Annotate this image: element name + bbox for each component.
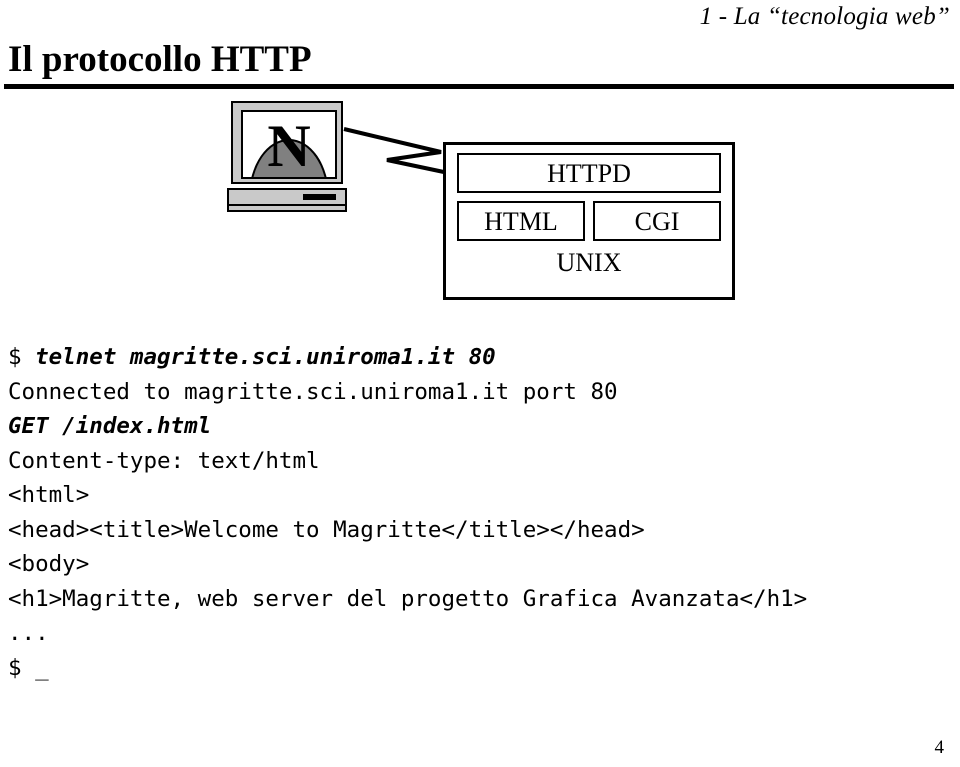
- client-monitor: N: [231, 101, 343, 184]
- terminal-prompt: $: [8, 344, 36, 370]
- terminal-line: Connected to magritte.sci.uniroma1.it po…: [8, 375, 952, 410]
- monitor-screen: N: [241, 110, 337, 179]
- terminal-transcript: $ telnet magritte.sci.uniroma1.it 80 Con…: [8, 340, 952, 685]
- terminal-line-text: ...: [8, 620, 49, 646]
- terminal-line: ...: [8, 616, 952, 651]
- page-number: 4: [934, 737, 945, 758]
- terminal-line: GET /index.html: [8, 409, 952, 444]
- terminal-line-text: <body>: [8, 551, 90, 577]
- terminal-line: $ telnet magritte.sci.uniroma1.it 80: [8, 340, 952, 375]
- server-host-box: HTTPD HTML CGI UNIX: [443, 142, 735, 300]
- http-architecture-diagram: N HTTPD HTML CGI UNIX: [0, 95, 960, 320]
- client-base-unit: [227, 188, 347, 212]
- base-divider: [229, 204, 345, 206]
- drive-slot-icon: [303, 194, 336, 200]
- netscape-n-icon: N: [267, 113, 311, 179]
- terminal-line: <body>: [8, 547, 952, 582]
- terminal-line-text: <h1>Magritte, web server del progetto Gr…: [8, 585, 808, 612]
- terminal-line-text: GET /index.html: [8, 413, 212, 439]
- page-title: Il protocollo HTTP: [8, 39, 312, 80]
- server-component-html: HTML: [457, 201, 585, 241]
- terminal-line-text: Content-type: text/html: [8, 447, 320, 474]
- title-divider: [4, 84, 954, 89]
- terminal-line: <html>: [8, 478, 952, 513]
- slide-section-header: 1 - La “tecnologia web”: [699, 3, 950, 30]
- server-component-httpd: HTTPD: [457, 153, 721, 193]
- terminal-line-text: Connected to magritte.sci.uniroma1.it po…: [8, 378, 618, 405]
- terminal-line: <h1>Magritte, web server del progetto Gr…: [8, 582, 952, 617]
- terminal-line: <head><title>Welcome to Magritte</title>…: [8, 513, 952, 548]
- terminal-line-text: telnet magritte.sci.uniroma1.it 80: [35, 344, 496, 370]
- terminal-line: $ _: [8, 651, 952, 686]
- terminal-line: Content-type: text/html: [8, 444, 952, 479]
- terminal-line-text: <html>: [8, 482, 90, 508]
- server-component-cgi: CGI: [593, 201, 721, 241]
- terminal-line-text: <head><title>Welcome to Magritte</title>…: [8, 516, 645, 543]
- server-os-label: UNIX: [556, 248, 622, 277]
- terminal-line-text: $ _: [8, 654, 49, 681]
